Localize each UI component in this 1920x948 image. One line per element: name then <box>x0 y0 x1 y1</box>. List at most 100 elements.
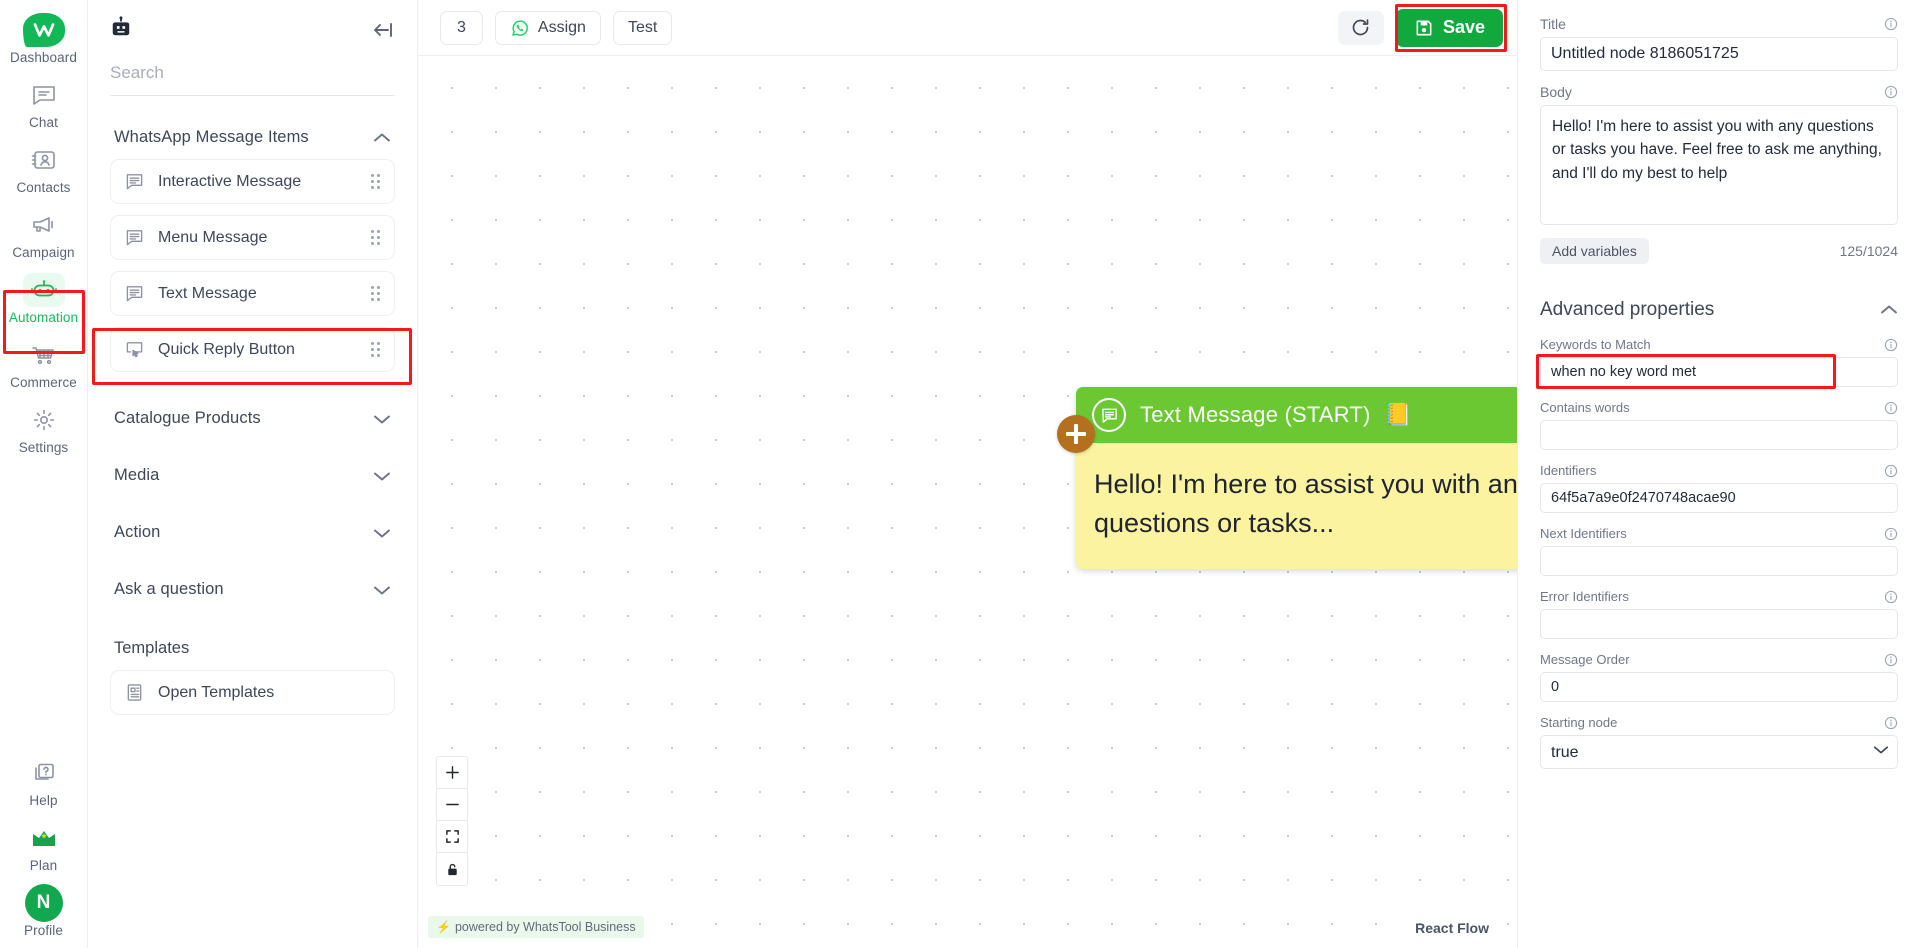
sidebar-item-chat[interactable]: Chat <box>0 71 88 136</box>
field-label: Error Identifiers <box>1540 589 1629 604</box>
field-error-identifiers: Error Identifiers <box>1540 589 1898 639</box>
search-input[interactable] <box>110 57 395 96</box>
add-variables-button[interactable]: Add variables <box>1540 238 1649 264</box>
section-title: Media <box>114 466 160 484</box>
react-flow-attribution[interactable]: React Flow <box>1415 920 1489 936</box>
sidebar-item-contacts[interactable]: Contacts <box>0 136 88 201</box>
info-icon[interactable] <box>1884 464 1898 478</box>
keywords-to-match-input[interactable] <box>1540 357 1898 387</box>
sidebar-item-campaign[interactable]: Campaign <box>0 201 88 266</box>
section-header-ask-a-question[interactable]: Ask a question <box>110 554 395 611</box>
block-library-panel: WhatsApp Message Items Interactive Messa… <box>88 0 418 948</box>
advanced-properties-header[interactable]: Advanced properties <box>1540 277 1898 337</box>
chevron-down-icon[interactable] <box>373 413 391 425</box>
zoom-in-button[interactable] <box>437 757 467 789</box>
section-header-media[interactable]: Media <box>110 440 395 497</box>
react-flow-canvas[interactable]: Text Message (START) 📒 Hello! I'm here t… <box>418 56 1517 948</box>
save-button[interactable]: Save <box>1395 8 1503 47</box>
sidebar-label-campaign: Campaign <box>12 245 75 260</box>
collapse-panel-icon[interactable] <box>371 21 395 39</box>
message-lines-icon <box>125 172 144 191</box>
starting-node-select[interactable]: true false <box>1540 735 1898 769</box>
drag-handle-icon[interactable] <box>371 230 380 245</box>
bookmark-tabs-icon: 📒 <box>1384 402 1412 427</box>
node-title: Text Message (START) <box>1140 402 1371 427</box>
gear-icon <box>23 403 65 437</box>
chevron-up-icon[interactable] <box>1880 304 1898 316</box>
chat-bubble-icon <box>23 78 65 112</box>
primary-nav-rail: Dashboard Chat Contacts Campaign Automat… <box>0 0 88 948</box>
body-textarea[interactable] <box>1540 105 1898 225</box>
sidebar-item-help[interactable]: Help <box>0 749 88 814</box>
whatsapp-icon <box>510 18 530 38</box>
shopping-cart-icon <box>23 338 65 372</box>
field-body: Body Add variables 125/1024 <box>1540 84 1898 264</box>
block-item-menu-message[interactable]: Menu Message <box>110 215 395 260</box>
block-item-open-templates[interactable]: Open Templates <box>110 670 395 715</box>
floppy-disk-icon <box>1414 18 1434 38</box>
title-input[interactable] <box>1540 37 1898 71</box>
block-item-interactive-message[interactable]: Interactive Message <box>110 159 395 204</box>
assign-button[interactable]: Assign <box>494 10 601 45</box>
whatstool-logo-icon <box>22 13 65 47</box>
chevron-up-icon[interactable] <box>373 132 391 144</box>
editor-toolbar: 3 Assign Test Save <box>418 0 1517 56</box>
chevron-down-icon[interactable] <box>373 584 391 596</box>
save-label: Save <box>1442 17 1485 37</box>
add-node-left-icon[interactable] <box>1057 415 1095 453</box>
sidebar-item-settings[interactable]: Settings <box>0 396 88 461</box>
sidebar-item-automation[interactable]: Automation <box>0 266 88 331</box>
identifiers-input[interactable] <box>1540 483 1898 513</box>
sidebar-item-dashboard[interactable]: Dashboard <box>0 6 88 71</box>
block-item-text-message[interactable]: Text Message <box>110 271 395 316</box>
section-header-catalogue-products[interactable]: Catalogue Products <box>110 383 395 440</box>
flow-node-text-message[interactable]: Text Message (START) 📒 Hello! I'm here t… <box>1057 387 1517 570</box>
contains-words-input[interactable] <box>1540 420 1898 450</box>
info-icon[interactable] <box>1884 401 1898 415</box>
toggle-interactivity-button[interactable] <box>437 853 467 885</box>
sidebar-item-profile[interactable]: N Profile <box>0 879 88 948</box>
info-icon[interactable] <box>1884 338 1898 352</box>
node-properties-panel: Title Body Add variables 125/1024 Advanc… <box>1517 0 1920 948</box>
info-icon[interactable] <box>1884 17 1898 31</box>
refresh-button[interactable] <box>1337 10 1384 45</box>
chevron-down-icon[interactable] <box>373 470 391 482</box>
section-header-action[interactable]: Action <box>110 497 395 554</box>
test-button[interactable]: Test <box>612 10 673 45</box>
drag-handle-icon[interactable] <box>371 286 380 301</box>
sidebar-label-settings: Settings <box>18 440 69 455</box>
drag-handle-icon[interactable] <box>371 174 380 189</box>
error-identifiers-input[interactable] <box>1540 609 1898 639</box>
drag-handle-icon[interactable] <box>371 342 380 357</box>
robot-icon <box>22 273 65 307</box>
quick-reply-icon <box>125 340 144 359</box>
info-icon[interactable] <box>1884 716 1898 730</box>
section-title: WhatsApp Message Items <box>114 128 309 146</box>
next-identifiers-input[interactable] <box>1540 546 1898 576</box>
field-title: Title <box>1540 16 1898 71</box>
info-icon[interactable] <box>1884 590 1898 604</box>
fit-view-button[interactable] <box>437 821 467 853</box>
block-item-quick-reply-button[interactable]: Quick Reply Button <box>110 327 395 372</box>
field-row: Message Order <box>1540 652 1898 667</box>
info-icon[interactable] <box>1884 527 1898 541</box>
robot-icon <box>110 16 132 43</box>
sidebar-item-commerce[interactable]: Commerce <box>0 331 88 396</box>
sidebar-item-plan[interactable]: Plan <box>0 814 88 879</box>
avatar-icon: N <box>23 884 65 922</box>
info-icon[interactable] <box>1884 653 1898 667</box>
block-label: Interactive Message <box>158 172 302 190</box>
library-header <box>88 0 417 53</box>
message-order-input[interactable] <box>1540 672 1898 702</box>
templates-section-title: Templates <box>114 639 190 657</box>
node-body[interactable]: Hello! I'm here to assist you with any q… <box>1076 443 1517 570</box>
section-header-whatsapp-message-items[interactable]: WhatsApp Message Items <box>110 110 395 159</box>
node-count-button[interactable]: 3 <box>440 10 483 45</box>
canvas-controls <box>436 756 468 886</box>
chevron-down-icon[interactable] <box>373 527 391 539</box>
zoom-out-button[interactable] <box>437 789 467 821</box>
node-header[interactable]: Text Message (START) 📒 <box>1076 387 1517 443</box>
sidebar-label-plan: Plan <box>29 858 58 873</box>
sidebar-label-contacts: Contacts <box>16 180 71 195</box>
info-icon[interactable] <box>1884 85 1898 99</box>
